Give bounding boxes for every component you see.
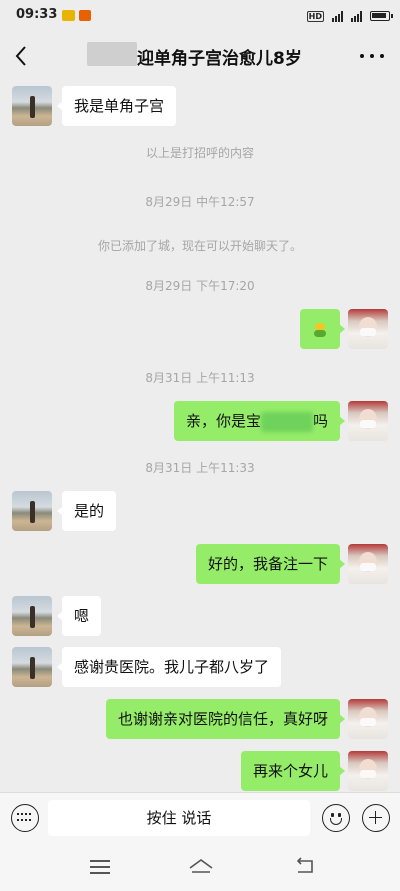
keyboard-toggle-button[interactable] — [11, 804, 39, 832]
self-avatar[interactable] — [348, 699, 388, 739]
chat-header: 迎单角子宫治愈儿8岁 — [0, 32, 400, 80]
signal-icon-2 — [351, 10, 362, 22]
message-text: 亲，你是宝 — [185, 412, 261, 430]
message-row: 是的 — [0, 491, 400, 535]
message-list[interactable]: 我是单角子宫 以上是打招呼的内容 8月29日 中午12:57 你已添加了城，现在… — [0, 80, 400, 792]
contact-avatar[interactable] — [12, 596, 52, 636]
self-avatar[interactable] — [348, 751, 388, 791]
self-avatar[interactable] — [348, 309, 388, 349]
input-bar: 按住 说话 — [0, 792, 400, 844]
app-notification-icon — [79, 10, 91, 21]
chat-title: 迎单角子宫治愈儿8岁 — [137, 49, 302, 69]
menu-icon[interactable] — [90, 860, 110, 874]
message-bubble[interactable]: 感谢贵医院。我儿子都八岁了 — [56, 647, 282, 687]
smile-icon — [330, 818, 342, 825]
message-bubble[interactable]: 是的 — [56, 491, 117, 531]
message-row: 再来个女儿 — [0, 751, 400, 792]
contact-avatar[interactable] — [12, 86, 52, 126]
message-bubble[interactable]: 也谢谢亲对医院的信任，真好呀 — [105, 699, 346, 739]
title-redaction — [87, 42, 137, 66]
status-bar: 09:33 HD — [0, 0, 400, 32]
more-options-button[interactable] — [360, 46, 384, 66]
message-row — [0, 309, 400, 353]
status-time: 09:33 — [16, 7, 58, 22]
back-button[interactable] — [8, 41, 36, 71]
timestamp: 8月31日 上午11:33 — [145, 461, 255, 475]
system-message: 以上是打招呼的内容 — [145, 146, 254, 160]
hd-icon: HD — [306, 10, 324, 22]
message-bubble[interactable] — [300, 309, 345, 349]
back-nav-icon[interactable] — [294, 857, 316, 877]
message-bubble[interactable]: 再来个女儿 — [240, 751, 346, 791]
signal-icon — [332, 10, 343, 22]
smile-icon — [331, 813, 334, 817]
dot-icon — [370, 54, 374, 58]
redaction-patch — [260, 411, 313, 432]
message-bubble[interactable]: 我是单角子宫 — [56, 86, 177, 126]
timestamp: 8月29日 中午12:57 — [145, 195, 255, 209]
hold-to-talk-button[interactable]: 按住 说话 — [48, 800, 310, 836]
battery-icon — [370, 11, 393, 21]
message-row: 好的，我备注一下 — [0, 544, 400, 588]
message-row: 亲，你是宝 吗 — [0, 401, 400, 445]
notification-icon — [62, 10, 75, 21]
more-actions-button[interactable] — [362, 804, 390, 832]
message-row: 嗯 — [0, 596, 400, 640]
timestamp: 8月29日 下午17:20 — [145, 279, 255, 293]
bear-emoji-icon — [312, 322, 328, 338]
system-navigation-bar — [0, 844, 400, 891]
system-message: 你已添加了城，现在可以开始聊天了。 — [97, 239, 302, 253]
message-row: 也谢谢亲对医院的信任，真好呀 — [0, 699, 400, 743]
contact-avatar[interactable] — [12, 491, 52, 531]
emoji-button[interactable] — [322, 804, 350, 832]
home-icon[interactable] — [188, 857, 214, 877]
timestamp: 8月31日 上午11:13 — [145, 371, 255, 385]
dot-icon — [380, 54, 384, 58]
contact-avatar[interactable] — [12, 647, 52, 687]
message-text: 吗 — [312, 412, 328, 430]
message-row: 感谢贵医院。我儿子都八岁了 — [0, 647, 400, 691]
dot-icon — [360, 54, 364, 58]
self-avatar[interactable] — [348, 401, 388, 441]
message-bubble[interactable]: 嗯 — [56, 596, 102, 636]
status-icons: HD — [306, 8, 393, 24]
smile-icon — [338, 813, 341, 817]
keyboard-icon — [17, 813, 33, 823]
message-bubble[interactable]: 好的，我备注一下 — [195, 544, 346, 584]
message-bubble[interactable]: 亲，你是宝 吗 — [173, 401, 346, 441]
self-avatar[interactable] — [348, 544, 388, 584]
message-row: 我是单角子宫 — [0, 86, 400, 130]
chevron-left-icon — [15, 46, 26, 66]
